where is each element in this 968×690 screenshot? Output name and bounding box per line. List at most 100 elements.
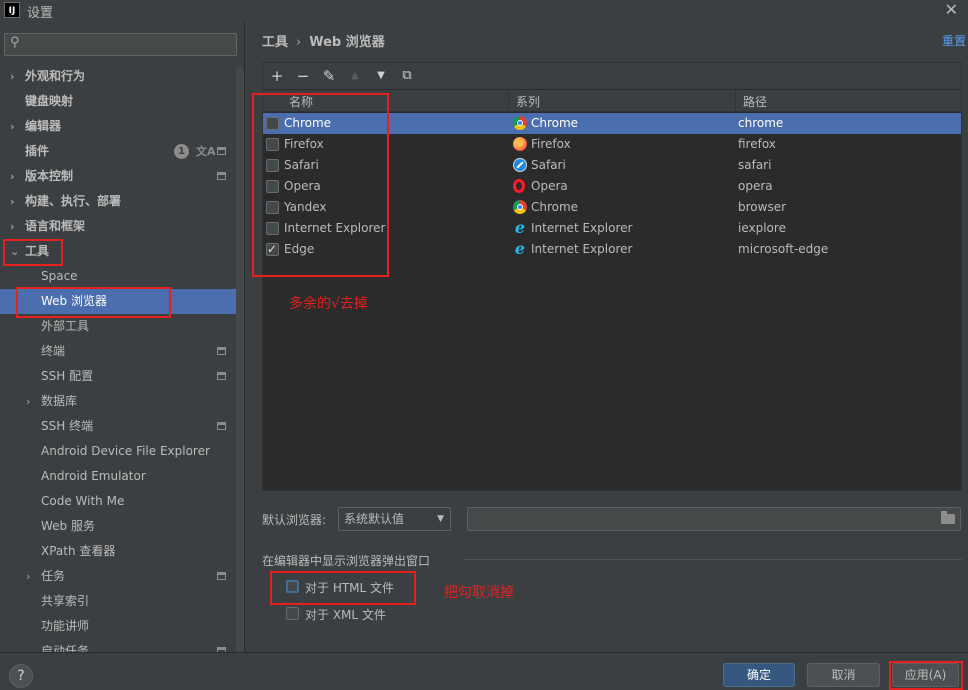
remove-icon[interactable]: − [293,66,313,86]
sidebar-item-label: 数据库 [41,394,78,408]
breadcrumb-current: Web 浏览器 [309,35,385,50]
ie-icon: e [514,218,526,237]
browser-family-cell[interactable]: Internet Explorer [531,218,632,239]
sidebar-item[interactable]: › 数据库 [0,389,236,414]
browser-path-cell[interactable]: browser [738,197,786,218]
sidebar-item-label: 键盘映射 [25,94,74,108]
close-icon[interactable]: ✕ [945,0,958,19]
sidebar-scrollbar[interactable] [236,67,244,652]
opera-icon [513,179,525,193]
reset-link[interactable]: 重置 [942,32,966,49]
annotation-box-tools [3,239,63,266]
copy-icon[interactable]: ⧉ [397,66,417,86]
sidebar-item-label: 共享索引 [41,594,90,608]
column-header-path[interactable]: 路径 [743,93,767,110]
sidebar-item[interactable]: 共享索引 [0,589,236,614]
search-icon: ⚲ [10,35,20,50]
cancel-button[interactable]: 取消 [807,663,880,687]
sidebar-item[interactable]: › 任务 [0,564,236,589]
default-browser-value: 系统默认值 [344,512,405,526]
browser-family-cell[interactable]: Chrome [531,197,578,218]
sidebar-item[interactable]: Android Emulator [0,464,236,489]
settings-search[interactable]: ⚲ [4,33,237,56]
browser-path-cell[interactable]: microsoft-edge [738,239,828,260]
chevron-right-icon[interactable]: › [26,564,30,589]
browser-path-cell[interactable]: safari [738,155,771,176]
browser-family-cell[interactable]: Internet Explorer [531,239,632,260]
sidebar-item[interactable]: Web 服务 [0,514,236,539]
sidebar-item-label: 版本控制 [25,169,74,183]
sidebar-item-label: 构建、执行、部署 [25,194,122,208]
browser-family-cell[interactable]: Safari [531,155,566,176]
annotation-box-apply [889,661,963,690]
section-divider [464,559,962,560]
settings-sidebar: ⚲ › 外观和行为 键盘映射 › 编辑器 插件 1 文A › 版本控制 › 构建、执行、部署 › 语言和框… [0,22,245,652]
sidebar-item-label: Web 服务 [41,519,95,533]
browser-path-field[interactable] [467,507,961,531]
sidebar-item[interactable]: SSH 配置 [0,364,236,389]
sidebar-item-label: Android Device File Explorer [41,444,210,458]
sidebar-item[interactable]: 终端 [0,339,236,364]
sidebar-item[interactable]: Space [0,264,236,289]
project-scope-icon [217,422,226,430]
sidebar-item[interactable]: 功能讲师 [0,614,236,639]
move-up-icon[interactable]: ▲ [345,66,365,86]
annotation-uncheck: 把勾取消掉 [444,585,514,601]
annotation-box-web-browser [16,287,171,318]
breadcrumb: 工具 › Web 浏览器 [262,31,385,50]
chrome-icon [513,116,527,130]
browser-path-cell[interactable]: opera [738,176,773,197]
chevron-right-icon[interactable]: › [26,389,30,414]
sidebar-item[interactable]: › 编辑器 [0,114,236,139]
project-scope-icon [217,572,226,580]
move-down-icon[interactable]: ▼ [371,66,391,86]
xml-files-checkbox[interactable] [286,607,299,620]
breadcrumb-parent: 工具 [262,35,289,50]
sidebar-item[interactable]: › 外观和行为 [0,64,236,89]
sidebar-item[interactable]: Android Device File Explorer [0,439,236,464]
sidebar-item[interactable]: SSH 终端 [0,414,236,439]
breadcrumb-separator: › [296,35,302,50]
sidebar-item-label: Space [41,269,78,283]
column-header-family[interactable]: 系列 [516,93,540,110]
sidebar-item[interactable]: › 语言和框架 [0,214,236,239]
chevron-right-icon[interactable]: › [10,164,15,189]
sidebar-item[interactable]: 键盘映射 [0,89,236,114]
sidebar-item[interactable]: 启动任务 [0,639,236,652]
help-button[interactable]: ? [9,664,33,688]
browser-family-cell[interactable]: Chrome [531,113,578,134]
default-browser-select[interactable]: 系统默认值 ▼ [338,507,451,531]
sidebar-item-label: SSH 配置 [41,369,94,383]
firefox-icon [513,137,527,151]
search-input[interactable] [29,36,229,53]
sidebar-item[interactable]: 插件 1 文A [0,139,236,164]
chevron-right-icon[interactable]: › [10,114,15,139]
sidebar-item[interactable]: › 构建、执行、部署 [0,189,236,214]
browser-family-cell[interactable]: Firefox [531,134,571,155]
browser-path-cell[interactable]: firefox [738,134,776,155]
browser-path-cell[interactable]: iexplore [738,218,786,239]
browser-family-cell[interactable]: Opera [531,176,568,197]
sidebar-item[interactable]: › 版本控制 [0,164,236,189]
sidebar-item-label: 编辑器 [25,119,62,133]
column-divider[interactable] [735,90,736,112]
column-divider[interactable] [508,90,509,112]
project-scope-icon [217,172,226,180]
sidebar-item[interactable]: Code With Me [0,489,236,514]
sidebar-item[interactable]: XPath 查看器 [0,539,236,564]
chevron-down-icon: ▼ [437,514,444,524]
chevron-right-icon[interactable]: › [10,214,15,239]
edit-icon[interactable]: ✎ [319,66,339,86]
sidebar-item-label: 插件 [25,144,50,158]
title-bar: IJ 设置 ✕ [0,0,968,22]
chevron-right-icon[interactable]: › [10,64,15,89]
ok-button[interactable]: 确定 [723,663,795,687]
add-icon[interactable]: + [267,66,287,86]
default-browser-label: 默认浏览器: [262,513,327,527]
folder-icon[interactable] [941,511,955,524]
sidebar-item-label: 任务 [41,569,66,583]
chevron-right-icon[interactable]: › [10,189,15,214]
project-scope-icon [217,147,226,155]
browser-path-cell[interactable]: chrome [738,113,783,134]
ie-icon: e [514,239,526,258]
